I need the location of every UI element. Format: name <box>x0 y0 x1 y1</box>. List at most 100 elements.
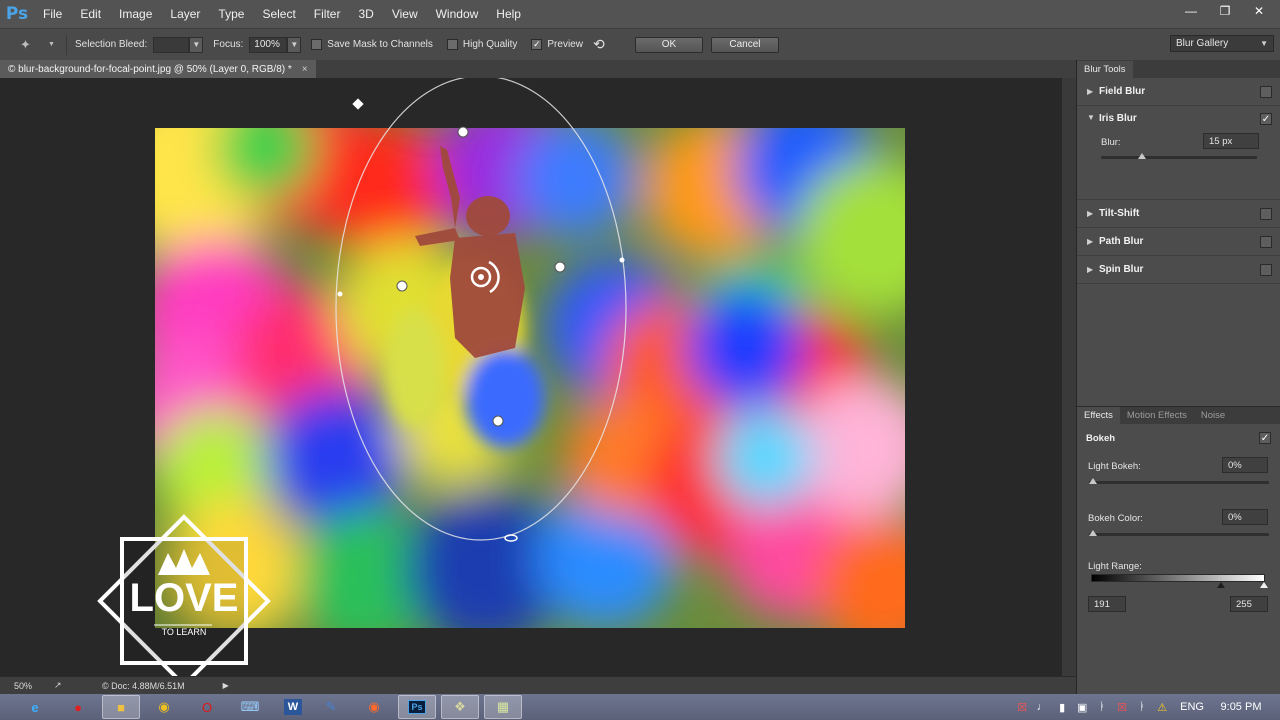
expand-arrow-icon[interactable]: ▶ <box>1087 209 1099 218</box>
tab-effects[interactable]: Effects <box>1077 407 1120 424</box>
opera-icon[interactable]: O <box>188 695 226 719</box>
menu-select[interactable]: Select <box>253 7 304 21</box>
document-tab-bar: © blur-background-for-focal-point.jpg @ … <box>0 60 1076 78</box>
menu-image[interactable]: Image <box>110 7 161 21</box>
close-tab-icon[interactable]: × <box>302 64 308 75</box>
canvas-area[interactable]: LOVE TO LEARN <box>0 78 1062 676</box>
battery-icon[interactable]: ▮ <box>1054 699 1070 715</box>
tilt-shift-checkbox[interactable] <box>1260 207 1272 220</box>
document-size: © Doc: 4.88M/6.51M <box>102 680 185 691</box>
iris-blur-row[interactable]: ▼ Iris Blur ✓ Blur: 15 px <box>1077 106 1280 200</box>
word-icon[interactable]: W <box>284 699 302 715</box>
blur-amount-slider[interactable] <box>1101 156 1257 159</box>
path-blur-checkbox[interactable] <box>1260 235 1272 248</box>
selection-bleed-dropdown[interactable]: ▼ <box>189 36 204 53</box>
expand-arrow-icon[interactable]: ▶ <box>1087 87 1099 96</box>
light-bokeh-input[interactable]: 0% <box>1222 457 1268 473</box>
save-mask-checkbox[interactable] <box>311 39 323 50</box>
menu-file[interactable]: File <box>34 7 71 21</box>
focus-dropdown[interactable]: ▼ <box>287 36 302 53</box>
zoom-level[interactable]: 50% <box>14 681 54 691</box>
status-menu-arrow-icon[interactable]: ▶ <box>223 681 229 690</box>
menu-type[interactable]: Type <box>209 7 253 21</box>
light-bokeh-label: Light Bokeh: <box>1088 461 1141 472</box>
light-range-low-input[interactable]: 191 <box>1088 596 1126 612</box>
menu-filter[interactable]: Filter <box>305 7 350 21</box>
cancel-button[interactable]: Cancel <box>710 36 779 53</box>
pin-tool-icon[interactable]: ✦ <box>20 37 48 53</box>
close-icon[interactable]: ✕ <box>1244 2 1274 20</box>
workspace-switcher[interactable]: Blur Gallery ▼ <box>1170 35 1274 52</box>
expand-arrow-icon[interactable]: ▶ <box>1087 265 1099 274</box>
spin-blur-row[interactable]: ▶ Spin Blur <box>1077 256 1280 284</box>
vertical-scrollbar[interactable] <box>1062 78 1076 676</box>
windows-taskbar: e ● ■ ◉ O ⌨ W ✎ ◉ Ps ❖ ▦ ☒ ♩ ▮ ▣ ᛓ ☒ ᛓ ⚠… <box>0 694 1280 720</box>
bluetooth-icon[interactable]: ᛓ <box>1094 699 1110 715</box>
field-blur-checkbox[interactable] <box>1260 85 1272 98</box>
share-icon[interactable]: ↗ <box>54 680 102 691</box>
blur-amount-input[interactable]: 15 px <box>1203 133 1259 149</box>
security-alert-icon[interactable]: ☒ <box>1114 699 1130 715</box>
warning-icon[interactable]: ⚠ <box>1154 699 1170 715</box>
light-range-gradient[interactable] <box>1091 574 1265 582</box>
photoshop-icon[interactable]: Ps <box>398 695 436 719</box>
language-indicator[interactable]: ENG <box>1180 701 1204 713</box>
light-bokeh-thumb[interactable] <box>1089 478 1097 484</box>
tab-motion-effects[interactable]: Motion Effects <box>1120 407 1194 424</box>
focus-input[interactable]: 100% <box>249 36 288 53</box>
tilt-shift-row[interactable]: ▶ Tilt-Shift <box>1077 200 1280 228</box>
tool-preset-chevron-icon[interactable]: ▼ <box>48 41 62 48</box>
menu-window[interactable]: Window <box>427 7 488 21</box>
monitor-icon[interactable]: ▣ <box>1074 699 1090 715</box>
bokeh-color-input[interactable]: 0% <box>1222 509 1268 525</box>
light-range-high-input[interactable]: 255 <box>1230 596 1268 612</box>
iris-blur-label: Iris Blur <box>1099 113 1137 124</box>
ok-button[interactable]: OK <box>634 36 703 53</box>
light-range-low-thumb[interactable] <box>1217 582 1225 588</box>
menu-help[interactable]: Help <box>487 7 530 21</box>
blur-tools-tabbar: Blur Tools <box>1077 60 1280 78</box>
menu-view[interactable]: View <box>383 7 427 21</box>
minimize-icon[interactable]: — <box>1176 2 1206 20</box>
restore-icon[interactable]: ❐ <box>1210 2 1240 20</box>
light-range-label: Light Range: <box>1088 561 1142 572</box>
chrome-icon[interactable]: ◉ <box>145 695 183 719</box>
menu-edit[interactable]: Edit <box>71 7 110 21</box>
tool-icon[interactable]: ❖ <box>441 695 479 719</box>
preview-checkbox[interactable]: ✓ <box>531 39 543 50</box>
media-icon[interactable]: ◉ <box>355 695 393 719</box>
high-quality-checkbox[interactable] <box>446 39 458 50</box>
keyboard-icon[interactable]: ⌨ <box>231 695 269 719</box>
selection-bleed-input[interactable] <box>153 36 190 53</box>
light-bokeh-slider[interactable] <box>1089 481 1269 484</box>
volume-icon[interactable]: ♩ <box>1034 699 1050 715</box>
expand-arrow-icon[interactable]: ▶ <box>1087 237 1099 246</box>
opera-red-icon[interactable]: ● <box>59 695 97 719</box>
logo-sub-text: TO LEARN <box>162 627 207 637</box>
writer-icon[interactable]: ✎ <box>312 695 350 719</box>
bokeh-color-slider[interactable] <box>1089 533 1269 536</box>
blur-slider-thumb[interactable] <box>1138 153 1146 159</box>
bluetooth-tray-icon[interactable]: ᛓ <box>1134 699 1150 715</box>
clock[interactable]: 9:05 PM <box>1216 701 1266 713</box>
tab-noise[interactable]: Noise <box>1194 407 1232 424</box>
image-icon[interactable]: ▦ <box>484 695 522 719</box>
menu-layer[interactable]: Layer <box>161 7 209 21</box>
light-range-high-thumb[interactable] <box>1260 582 1268 588</box>
field-blur-row[interactable]: ▶ Field Blur <box>1077 78 1280 106</box>
path-blur-row[interactable]: ▶ Path Blur <box>1077 228 1280 256</box>
bokeh-checkbox[interactable]: ✓ <box>1259 432 1271 444</box>
logo-main-text: LOVE <box>130 576 239 620</box>
collapse-arrow-icon[interactable]: ▼ <box>1087 113 1099 122</box>
ie-icon[interactable]: e <box>16 695 54 719</box>
network-error-icon[interactable]: ☒ <box>1014 699 1030 715</box>
tab-blur-tools[interactable]: Blur Tools <box>1077 61 1133 78</box>
document-tab[interactable]: © blur-background-for-focal-point.jpg @ … <box>0 60 316 78</box>
bokeh-color-thumb[interactable] <box>1089 530 1097 536</box>
path-blur-label: Path Blur <box>1099 236 1144 247</box>
menu-3d[interactable]: 3D <box>349 7 382 21</box>
explorer-icon[interactable]: ■ <box>102 695 140 719</box>
iris-blur-checkbox[interactable]: ✓ <box>1260 113 1272 125</box>
reset-pins-icon[interactable]: ⟲ <box>593 36 611 53</box>
spin-blur-checkbox[interactable] <box>1260 263 1272 276</box>
